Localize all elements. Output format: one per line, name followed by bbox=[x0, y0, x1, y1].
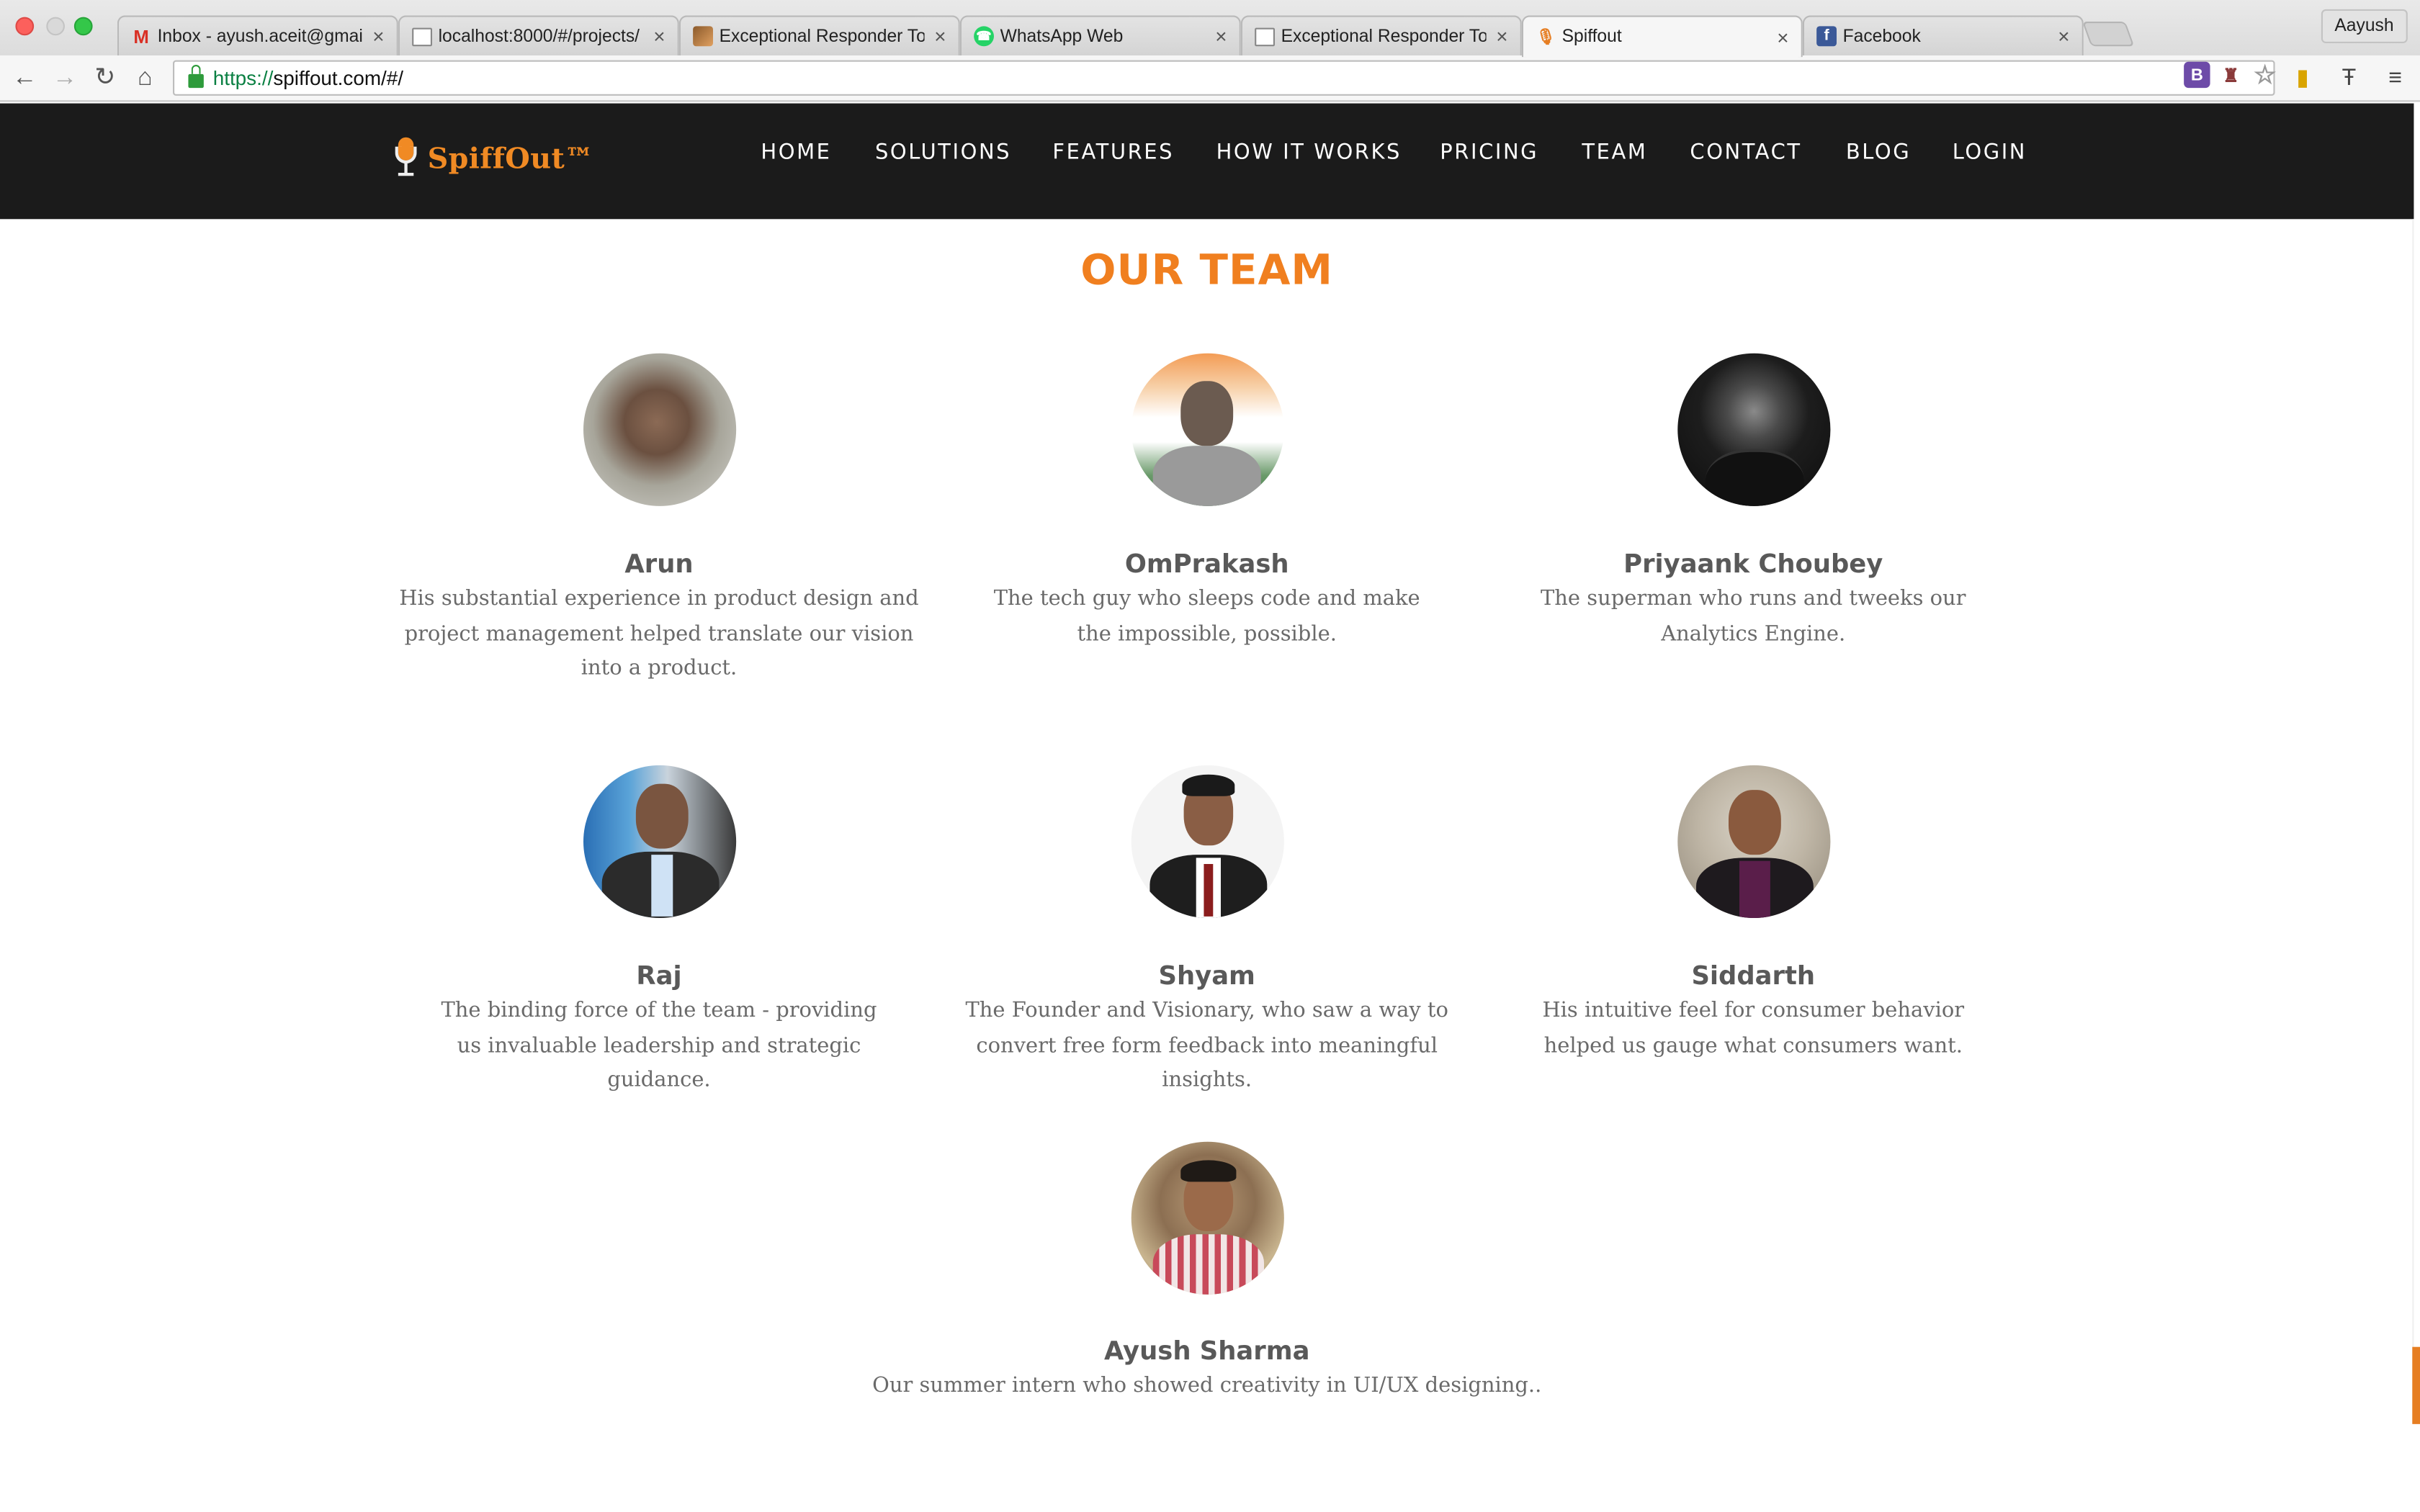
document-icon bbox=[1255, 27, 1275, 46]
zoom-window-button[interactable] bbox=[73, 17, 93, 36]
site-nav-links: HOME SOLUTIONS FEATURES HOW IT WORKS PRI… bbox=[0, 104, 2414, 220]
browser-tab[interactable]: Exceptional Responder Too × bbox=[1240, 15, 1522, 56]
lock-icon bbox=[188, 64, 204, 89]
browser-tab[interactable]: localhost:8000/#/projects/ × bbox=[398, 15, 679, 56]
nav-home[interactable]: HOME bbox=[761, 140, 831, 165]
tab-close-icon[interactable]: × bbox=[372, 24, 384, 48]
whatsapp-icon: ☎ bbox=[974, 26, 994, 47]
browser-tab-active[interactable]: 🎙 Spiffout × bbox=[1521, 15, 1803, 58]
member-description: The binding force of the team - providin… bbox=[441, 998, 877, 1093]
member-name: Shyam bbox=[1158, 961, 1255, 991]
close-window-button[interactable] bbox=[15, 17, 35, 36]
avatar bbox=[1677, 353, 1830, 506]
browser-tab[interactable]: M Inbox - ayush.aceit@gmail. × bbox=[117, 15, 398, 56]
team-member-card: Priyaank Choubey The superman who runs a… bbox=[1476, 353, 2031, 652]
section-title: OUR TEAM bbox=[1080, 246, 1334, 295]
avatar bbox=[1130, 765, 1283, 918]
extension-icon[interactable]: ♜ bbox=[2218, 62, 2244, 88]
page-scrollbar-track bbox=[2412, 219, 2414, 1423]
member-name: Arun bbox=[624, 549, 694, 579]
tab-close-icon[interactable]: × bbox=[653, 24, 665, 48]
address-bar[interactable]: https://spiffout.com/#/ bbox=[173, 60, 2275, 96]
member-description: His substantial experience in product de… bbox=[399, 586, 919, 680]
facebook-icon: f bbox=[1816, 26, 1837, 47]
team-member-card: Ayush Sharma Our summer intern who showe… bbox=[852, 1141, 1562, 1403]
team-member-card: Shyam The Founder and Visionary, who saw… bbox=[929, 765, 1484, 1098]
member-description: The superman who runs and tweeks our Ana… bbox=[1541, 586, 1966, 646]
browser-tab[interactable]: ☎ WhatsApp Web × bbox=[959, 15, 1241, 56]
responder-icon bbox=[693, 26, 713, 47]
avatar bbox=[1677, 765, 1830, 918]
forward-arrow-icon[interactable]: → bbox=[50, 63, 81, 94]
avatar bbox=[582, 765, 736, 918]
bootstrap-extension-icon[interactable]: B bbox=[2184, 61, 2210, 89]
minimize-window-button[interactable] bbox=[46, 17, 65, 36]
avatar bbox=[582, 353, 736, 506]
member-name: Priyaank Choubey bbox=[1623, 549, 1883, 579]
browser-tabstrip: M Inbox - ayush.aceit@gmail. × localhost… bbox=[0, 0, 2420, 58]
plug-extension-icon[interactable]: ▮ bbox=[2287, 62, 2318, 93]
reload-icon[interactable]: ↻ bbox=[89, 63, 120, 94]
nav-how-it-works[interactable]: HOW IT WORKS bbox=[1216, 140, 1402, 165]
member-name: Siddarth bbox=[1691, 961, 1816, 991]
tab-close-icon[interactable]: × bbox=[2058, 24, 2069, 48]
member-description: His intuitive feel for consumer behavior… bbox=[1542, 998, 1965, 1058]
screen: M Inbox - ayush.aceit@gmail. × localhost… bbox=[0, 0, 2420, 1512]
member-name: Raj bbox=[636, 961, 682, 991]
avatar bbox=[1130, 1141, 1283, 1295]
team-member-card: Arun His substantial experience in produ… bbox=[381, 353, 936, 686]
nav-team[interactable]: TEAM bbox=[1582, 140, 1647, 165]
gmail-icon: M bbox=[133, 25, 149, 48]
browser-tab[interactable]: Exceptional Responder Too × bbox=[678, 15, 960, 56]
member-name: Ayush Sharma bbox=[1103, 1336, 1310, 1366]
bookmark-star-icon[interactable]: ☆ bbox=[2251, 62, 2277, 89]
tab-close-icon[interactable]: × bbox=[1777, 25, 1788, 48]
nav-features[interactable]: FEATURES bbox=[1052, 140, 1174, 165]
member-description: The tech guy who sleeps code and make th… bbox=[993, 586, 1420, 646]
extension-icons: B ♜ ☆ bbox=[2184, 61, 2278, 89]
member-description: Our summer intern who showed creativity … bbox=[872, 1373, 1542, 1398]
traffic-extension-icon[interactable]: Ŧ bbox=[2334, 62, 2365, 93]
page-scrollbar-thumb[interactable] bbox=[2412, 1346, 2420, 1424]
team-member-card: OmPrakash The tech guy who sleeps code a… bbox=[929, 353, 1484, 652]
team-member-card: Siddarth His intuitive feel for consumer… bbox=[1476, 765, 2031, 1063]
nav-contact[interactable]: CONTACT bbox=[1690, 140, 1801, 165]
nav-login[interactable]: LOGIN bbox=[1953, 140, 2027, 165]
member-name: OmPrakash bbox=[1124, 549, 1289, 579]
avatar bbox=[1130, 353, 1283, 506]
team-member-card: Raj The binding force of the team - prov… bbox=[381, 765, 936, 1098]
tab-close-icon[interactable]: × bbox=[934, 24, 946, 48]
tab-close-icon[interactable]: × bbox=[1496, 24, 1507, 48]
member-description: The Founder and Visionary, who saw a way… bbox=[965, 998, 1448, 1093]
menu-icon[interactable]: ≡ bbox=[2380, 62, 2411, 93]
browser-tools: ▮ Ŧ ≡ bbox=[2287, 62, 2411, 93]
browser-tab[interactable]: f Facebook × bbox=[1802, 15, 2084, 56]
site-navbar: SpiffOut™ HOME SOLUTIONS FEATURES HOW IT… bbox=[0, 103, 2414, 220]
profile-button[interactable]: Aayush bbox=[2321, 9, 2408, 43]
microphone-icon: 🎙 bbox=[1536, 28, 1556, 46]
tab-close-icon[interactable]: × bbox=[1215, 24, 1227, 48]
document-icon bbox=[412, 27, 432, 46]
home-icon[interactable]: ⌂ bbox=[130, 63, 161, 94]
nav-solutions[interactable]: SOLUTIONS bbox=[875, 140, 1011, 165]
back-arrow-icon[interactable]: ← bbox=[9, 63, 40, 94]
nav-pricing[interactable]: PRICING bbox=[1440, 140, 1538, 165]
nav-blog[interactable]: BLOG bbox=[1846, 140, 1911, 165]
new-tab-button[interactable] bbox=[2081, 22, 2135, 47]
browser-toolbar: ← → ↻ ⌂ https://spiffout.com/#/ B ♜ ☆ ▮ … bbox=[0, 55, 2420, 102]
